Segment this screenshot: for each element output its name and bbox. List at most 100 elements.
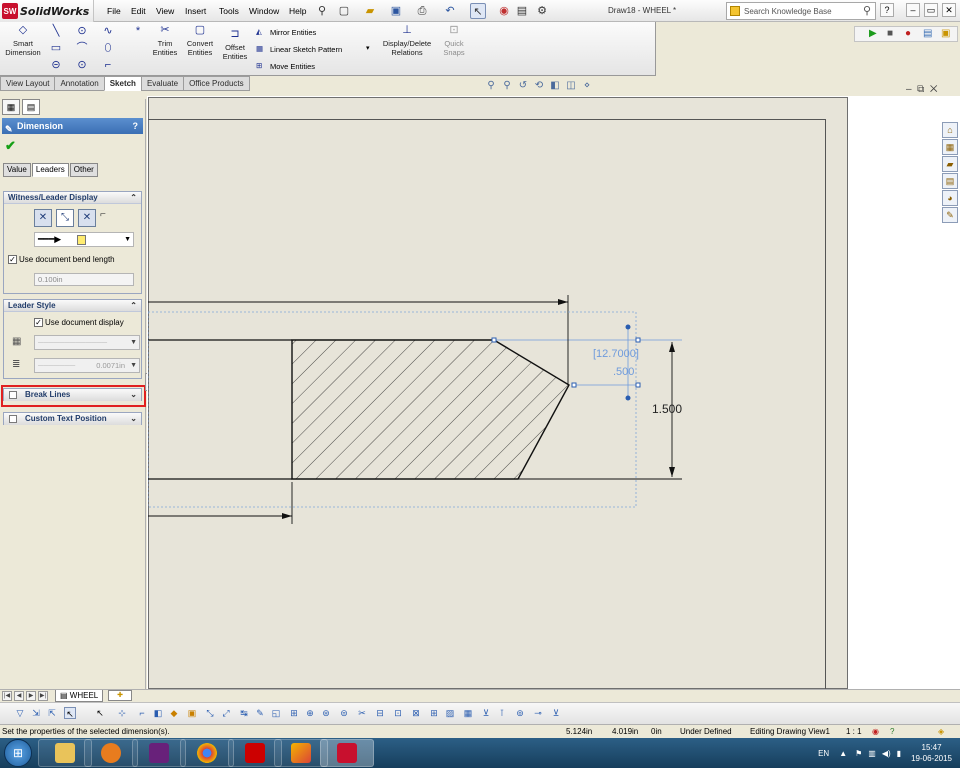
filter-faces-icon[interactable]: ◧ [152,707,164,719]
custom-text-position-header[interactable]: Custom Text Position ⌄ [4,413,141,425]
arrow-style-select[interactable]: ━━━▶ ▼ [34,232,134,247]
arrow-handle-dot[interactable] [625,395,631,401]
file-explorer-icon[interactable]: ▰ [942,156,958,172]
ellipse-icon[interactable]: ⬯ [102,42,114,54]
edit-macro-icon[interactable]: ▣ [941,28,950,39]
filter-hatch-icon[interactable]: ▨ [444,707,456,719]
select-other-icon[interactable]: ↖ [94,707,106,719]
help-button[interactable]: ? [133,118,139,134]
add-sheet-icon[interactable]: ✚ [108,690,132,701]
language-indicator[interactable]: EN [818,749,829,758]
first-sheet-icon[interactable]: |◀ [2,691,12,701]
arrows-outside-icon[interactable]: ✕ [34,209,52,227]
use-doc-bend-length-checkbox[interactable]: ✓ Use document bend length [8,255,115,264]
subtab-leaders[interactable]: Leaders [31,163,69,177]
show-hidden-icons-icon[interactable]: ▲ [839,749,847,758]
search-input[interactable]: Search Knowledge Base ⚲ [726,2,876,20]
select-icon[interactable]: ↖ [470,3,486,19]
handle-point[interactable] [571,382,577,388]
taskbar-media-player[interactable] [84,739,138,767]
sheet-tab-wheel[interactable]: ▤ WHEEL [55,690,104,702]
start-button[interactable]: ⊞ [4,739,32,767]
tab-evaluate[interactable]: Evaluate [140,76,185,91]
filter-cosmetic-thread-icon[interactable]: ✂ [356,707,368,719]
ok-checkmark-icon[interactable]: ✔ [5,138,16,154]
height-dimension-text[interactable]: 1.500 [652,402,682,416]
help-status-icon[interactable]: ? [890,725,894,738]
restore-button[interactable]: ▭ [924,3,938,17]
menu-window[interactable]: Window [249,6,279,16]
previous-view-icon[interactable]: ↺ [516,80,530,92]
filter-dimensions-icon[interactable]: ↹ [238,707,250,719]
expand-chevron-icon[interactable]: ⌄ [130,413,137,425]
filter-balloons-icon[interactable]: ◱ [270,707,282,719]
print-icon[interactable]: ⎙ [414,3,430,19]
new-macro-icon[interactable]: ▤ [923,28,932,39]
save-icon[interactable]: ▣ [388,3,404,19]
hide-show-icon[interactable]: ◫ [564,80,578,92]
menu-help[interactable]: Help [289,6,306,16]
status-scale[interactable]: 1 : 1 [846,725,862,738]
volume-icon[interactable]: ◀) [882,749,891,758]
filter-tables-icon[interactable]: ▦ [462,707,474,719]
taskbar-chrome[interactable] [180,739,234,767]
section-hatch[interactable] [291,339,570,480]
view-palette-icon[interactable]: ▤ [942,173,958,189]
rectangle-icon[interactable]: ▭ [50,42,62,54]
menu-tools[interactable]: Tools [219,6,239,16]
slot-icon[interactable]: ⊝ [50,59,62,71]
linear-sketch-pattern-button[interactable]: ▦ Linear Sketch Pattern [256,44,342,54]
filter-weld-bead-icon[interactable]: ⊺ [496,707,508,719]
menu-insert[interactable]: Insert [185,6,206,16]
arrows-inside-icon[interactable]: ⤡ [56,209,74,227]
filter-connection-icon[interactable]: ⊸ [532,707,544,719]
taskbar-solidworks[interactable] [320,739,374,767]
subtab-other[interactable]: Other [69,163,98,177]
next-sheet-icon[interactable]: ▶ [26,691,36,701]
display-delete-relations-button[interactable]: ⊥ Display/Delete Relations [380,25,434,58]
dimension-inch-text[interactable]: .500 [613,366,634,378]
clear-filters-icon[interactable]: ⇱ [46,707,58,719]
minimize-button[interactable]: – [906,3,920,17]
pattern-dropdown-icon[interactable]: ▾ [366,44,370,52]
bent-leader-icon[interactable]: ⌐ [100,209,106,227]
subtab-value[interactable]: Value [3,163,31,177]
new-document-icon[interactable]: ▢ [336,3,352,19]
dimension-mm-text[interactable]: [12.7000] [593,348,639,360]
zoom-to-fit-icon[interactable]: ⚲ [484,80,498,92]
view-settings-icon[interactable]: ⋄ [580,80,594,92]
power-icon[interactable]: ▮ [897,749,901,758]
previous-sheet-icon[interactable]: ◀ [14,691,24,701]
property-manager-tab-icon[interactable]: ▤ [22,99,40,115]
design-library-icon[interactable]: ▦ [942,139,958,155]
record-macro-icon[interactable]: ● [905,28,911,39]
select-arrow-icon[interactable]: ↖ [64,707,76,719]
tab-annotation[interactable]: Annotation [54,76,105,91]
circle-icon[interactable]: ⊙ [76,25,88,37]
run-macro-icon[interactable]: ▶ [869,28,877,39]
filter-vertices-icon[interactable]: ⊹ [116,707,128,719]
arc-icon[interactable]: ⌒ [76,42,88,54]
quick-snaps-button[interactable]: ⊡ Quick Snaps [440,25,468,58]
rebuild-icon[interactable]: ◉ [496,3,512,19]
collapse-chevron-icon[interactable]: ⌃ [130,300,137,312]
witness-leader-header[interactable]: Witness/Leader Display ⌃ [4,192,141,204]
collapse-chevron-icon[interactable]: ⌃ [130,192,137,204]
tab-sketch[interactable]: Sketch [103,76,142,91]
stop-macro-icon[interactable]: ■ [887,28,893,39]
tab-office-products[interactable]: Office Products [183,76,250,91]
menu-edit[interactable]: Edit [131,6,146,16]
close-button[interactable]: ✕ [942,3,956,17]
open-icon[interactable]: ▰ [362,3,378,19]
filter-sketch-icon[interactable]: ⤡ [204,707,216,719]
spline-icon[interactable]: ∿ [102,25,114,37]
filter-centerlines-icon[interactable]: ⊞ [428,707,440,719]
appearances-icon[interactable]: ◕ [942,190,958,206]
custom-text-position-checkbox[interactable] [9,415,17,423]
line-style-select[interactable]: ───────────── ▼ [34,335,140,350]
taskbar-visual-studio[interactable] [132,739,186,767]
handle-point[interactable] [491,337,497,343]
action-center-icon[interactable]: ⚑ [855,749,862,758]
offset-entities-button[interactable]: ⊐ Offset Entities [220,29,250,62]
search-icon[interactable]: ⚲ [863,4,871,17]
